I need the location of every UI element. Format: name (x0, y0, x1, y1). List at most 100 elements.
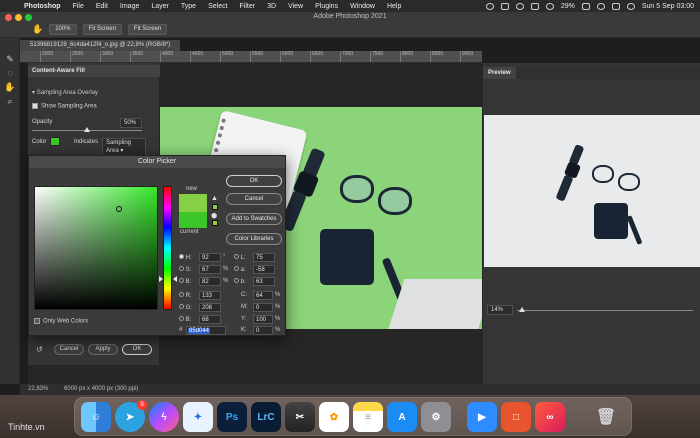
preview-image[interactable] (484, 115, 700, 267)
color-libraries-button[interactable]: Color Libraries (226, 233, 282, 245)
color-picker-cancel-button[interactable]: Cancel (226, 193, 282, 205)
hand-tool-icon[interactable]: ✋ (32, 24, 43, 35)
show-sampling-row[interactable]: Show Sampling Area (32, 103, 97, 110)
photoshop-icon[interactable]: Ps (217, 402, 247, 432)
bluetooth-icon[interactable] (530, 2, 539, 10)
zoom-status[interactable]: 22,83% (28, 386, 48, 392)
web-safe-color-swatch[interactable] (212, 220, 218, 226)
close-window-icon[interactable] (5, 14, 12, 21)
messenger-icon[interactable]: ϟ (149, 402, 179, 432)
color-field-marker[interactable] (116, 206, 122, 212)
apply-button[interactable]: Apply (88, 344, 118, 355)
zoom-100-button[interactable]: 100% (49, 24, 77, 35)
cyan-input[interactable]: 64 (253, 291, 273, 300)
overlay-color-swatch[interactable] (50, 137, 60, 146)
add-to-swatches-button[interactable]: Add to Swatches (226, 213, 282, 225)
menu-help[interactable]: Help (387, 3, 401, 10)
red-input[interactable]: 133 (199, 291, 221, 300)
lab-l-row[interactable]: L: (234, 254, 246, 261)
lab-a-input[interactable]: -58 (253, 265, 275, 274)
clock[interactable]: Sun 5 Sep 03:00 (642, 3, 694, 10)
creative-cloud-icon[interactable]: ∞ (535, 402, 565, 432)
color-field[interactable] (34, 186, 158, 310)
menu-type[interactable]: Type (181, 3, 196, 10)
search-icon[interactable] (596, 2, 605, 10)
out-of-gamut-warning-icon[interactable]: ▲ (211, 195, 218, 202)
lab-l-input[interactable]: 75 (253, 253, 275, 262)
current-color-swatch[interactable] (179, 212, 207, 228)
menu-view[interactable]: View (288, 3, 303, 10)
blue-radio[interactable] (179, 316, 184, 321)
only-web-colors-checkbox[interactable] (34, 318, 40, 324)
menu-3d[interactable]: 3D (267, 3, 276, 10)
magenta-input[interactable]: 0 (253, 303, 273, 312)
blue-row[interactable]: B: (179, 316, 191, 323)
lab-b-row[interactable]: b: (234, 278, 246, 285)
green-input[interactable]: 208 (199, 303, 221, 312)
photos-icon[interactable]: ✿ (319, 402, 349, 432)
hue-input[interactable]: 92 (199, 253, 221, 262)
lab-a-radio[interactable] (234, 266, 239, 271)
lasso-tool-icon[interactable]: ◌ (0, 66, 20, 80)
lab-b-radio[interactable] (234, 278, 239, 283)
zoom-window-icon[interactable] (25, 14, 32, 21)
system-preferences-icon[interactable]: ⚙ (421, 402, 451, 432)
notes-icon[interactable]: ≡ (353, 402, 383, 432)
hue-slider[interactable] (163, 186, 172, 310)
ok-button[interactable]: OK (122, 344, 152, 355)
battery-icon[interactable] (581, 2, 590, 10)
show-sampling-checkbox[interactable] (32, 103, 38, 109)
preview-zoom-knob[interactable] (519, 307, 525, 312)
hue-radio[interactable] (179, 254, 184, 259)
indicates-select[interactable]: Sampling Area ▾ (102, 138, 146, 156)
green-radio[interactable] (179, 304, 184, 309)
yellow-input[interactable]: 100 (253, 315, 273, 324)
creative-cloud-status-icon[interactable] (485, 2, 494, 10)
menu-app-name[interactable]: Photoshop (24, 3, 61, 10)
red-radio[interactable] (179, 292, 184, 297)
saturation-row[interactable]: S: (179, 266, 191, 273)
menu-edit[interactable]: Edit (96, 3, 108, 10)
content-aware-fill-tab[interactable]: Content-Aware Fill (28, 65, 160, 77)
green-row[interactable]: G: (179, 304, 192, 311)
hex-input[interactable]: 85d044 (186, 326, 226, 335)
menu-window[interactable]: Window (350, 3, 375, 10)
menu-layer[interactable]: Layer (151, 3, 169, 10)
saturation-radio[interactable] (179, 266, 184, 271)
fill-screen-button[interactable]: Fit Screen (127, 24, 168, 35)
gamut-color-swatch[interactable] (212, 204, 218, 210)
cancel-button[interactable]: Cancel (54, 344, 84, 355)
brightness-radio[interactable] (179, 278, 184, 283)
menu-image[interactable]: Image (120, 3, 139, 10)
office-icon[interactable]: □ (501, 402, 531, 432)
record-icon[interactable] (515, 2, 524, 10)
minimize-window-icon[interactable] (15, 14, 22, 21)
blue-input[interactable]: 68 (199, 315, 221, 324)
hand-tool-icon[interactable]: ✋ (0, 80, 20, 94)
hue-row[interactable]: H: (179, 254, 192, 261)
menu-select[interactable]: Select (208, 3, 227, 10)
lab-l-radio[interactable] (234, 254, 239, 259)
zoom-app-icon[interactable]: ▶ (467, 402, 497, 432)
trash-icon[interactable]: 🗑 (591, 402, 621, 432)
brush-tool-icon[interactable]: ✎ (0, 52, 20, 66)
only-web-colors-row[interactable]: Only Web Colors (34, 318, 88, 325)
zoom-tool-icon[interactable]: ⌕ (0, 94, 20, 108)
brightness-input[interactable]: 82 (199, 277, 221, 286)
horizontal-ruler[interactable]: 2000 2500 3000 3500 4000 4500 5000 5500 … (20, 51, 482, 63)
safari-icon[interactable]: ✦ (183, 402, 213, 432)
control-center-icon[interactable] (611, 2, 620, 10)
fit-screen-button[interactable]: Fit Screen (82, 24, 122, 35)
web-safe-warning-icon[interactable]: ⬢ (211, 212, 217, 220)
red-row[interactable]: R: (179, 292, 192, 299)
reset-icon[interactable]: ↺ (36, 345, 43, 354)
menu-filter[interactable]: Filter (240, 3, 256, 10)
lab-a-row[interactable]: a: (234, 266, 246, 273)
menu-plugins[interactable]: Plugins (315, 3, 338, 10)
hue-slider-left-arrow[interactable] (159, 276, 163, 282)
finder-icon[interactable]: ☺ (81, 402, 111, 432)
lab-b-input[interactable]: 63 (253, 277, 275, 286)
app-store-icon[interactable]: A (387, 402, 417, 432)
menu-file[interactable]: File (73, 3, 84, 10)
preview-zoom-slider[interactable] (517, 310, 693, 311)
